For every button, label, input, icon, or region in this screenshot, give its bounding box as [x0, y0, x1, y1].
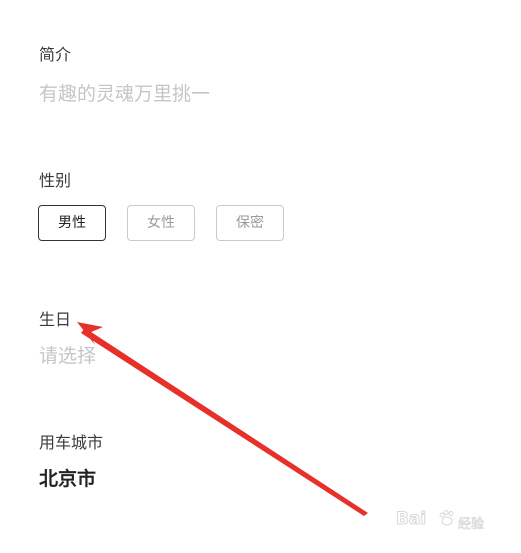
gender-label: 性别: [39, 171, 72, 190]
baidu-watermark: Bai du 经验: [395, 505, 496, 535]
birthday-label: 生日: [39, 310, 72, 329]
annotation-arrow-head: [77, 322, 103, 345]
gender-option-female[interactable]: 女性: [127, 205, 195, 241]
city-label: 用车城市: [39, 433, 104, 452]
intro-input[interactable]: 有趣的灵魂万里挑一: [39, 82, 210, 106]
watermark-brand: Bai: [395, 509, 427, 530]
birthday-picker[interactable]: 请选择: [39, 344, 96, 368]
annotation-arrow-shaft: [81, 328, 368, 516]
gender-option-secret[interactable]: 保密: [216, 205, 284, 241]
watermark-sub: 经验: [458, 517, 485, 533]
paw-icon: [439, 510, 454, 526]
city-value[interactable]: 北京市: [39, 467, 96, 491]
gender-option-male[interactable]: 男性: [38, 205, 106, 241]
intro-label: 简介: [39, 45, 72, 64]
